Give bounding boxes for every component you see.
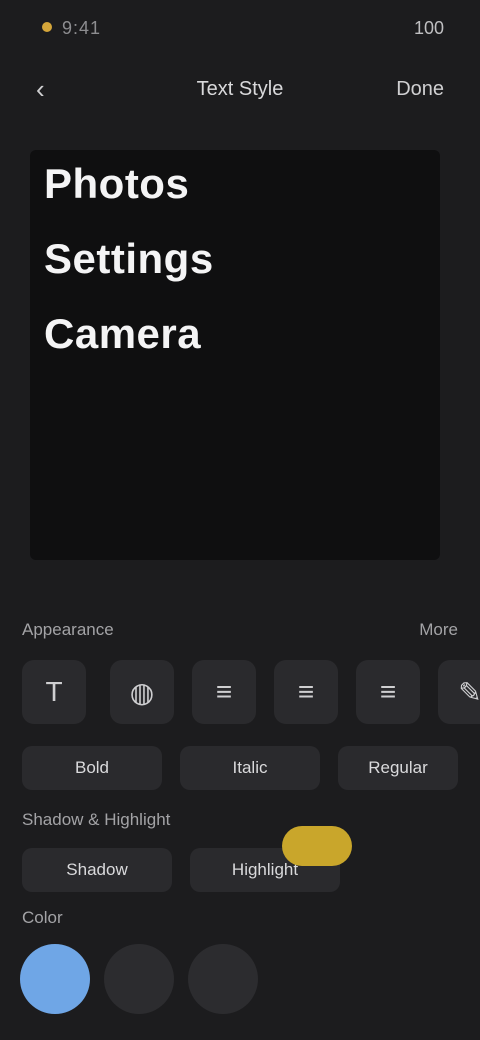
- status-bar: 9:41 100: [0, 0, 480, 60]
- recording-dot-icon: [42, 22, 52, 32]
- brush-tool[interactable]: ✎: [438, 660, 480, 724]
- done-button[interactable]: Done: [396, 78, 444, 101]
- battery-level: 100: [413, 18, 444, 38]
- align-center-tool[interactable]: ≡: [274, 660, 338, 724]
- color-swatch-dark-1[interactable]: [104, 944, 174, 1014]
- color-swatch-blue[interactable]: [20, 944, 90, 1014]
- bold-chip[interactable]: Bold: [22, 746, 162, 790]
- color-tool[interactable]: ◍: [110, 660, 174, 724]
- align-left-icon: ≡: [215, 676, 233, 707]
- more-link[interactable]: More: [419, 620, 458, 640]
- appearance-label: Appearance: [22, 620, 114, 639]
- italic-chip[interactable]: Italic: [180, 746, 320, 790]
- preview-line-3: Camera: [44, 310, 202, 357]
- color-label: Color: [22, 908, 63, 927]
- color-wheel-icon: ◍: [129, 676, 155, 708]
- effects-label: Shadow & Highlight: [22, 810, 171, 829]
- shadow-chip[interactable]: Shadow: [22, 848, 172, 892]
- brush-icon: ✎: [458, 676, 480, 708]
- align-right-tool[interactable]: ≡: [356, 660, 420, 724]
- preview-line-1: Photos: [44, 160, 190, 207]
- top-bar: ‹ Text Style Done: [0, 60, 480, 116]
- align-center-icon: ≡: [297, 676, 315, 707]
- preview-line-2: Settings: [44, 235, 214, 282]
- highlight-color-indicator[interactable]: [282, 826, 352, 866]
- text-icon: T: [45, 676, 63, 707]
- text-tool[interactable]: T: [22, 660, 86, 724]
- color-swatch-dark-2[interactable]: [188, 944, 258, 1014]
- align-left-tool[interactable]: ≡: [192, 660, 256, 724]
- status-time: 9:41: [62, 18, 102, 38]
- text-preview-card[interactable]: Photos Settings Camera: [30, 150, 440, 560]
- regular-chip[interactable]: Regular: [338, 746, 458, 790]
- align-right-icon: ≡: [379, 676, 397, 707]
- tool-row: T ◍ ≡ ≡ ≡ ✎: [0, 660, 480, 732]
